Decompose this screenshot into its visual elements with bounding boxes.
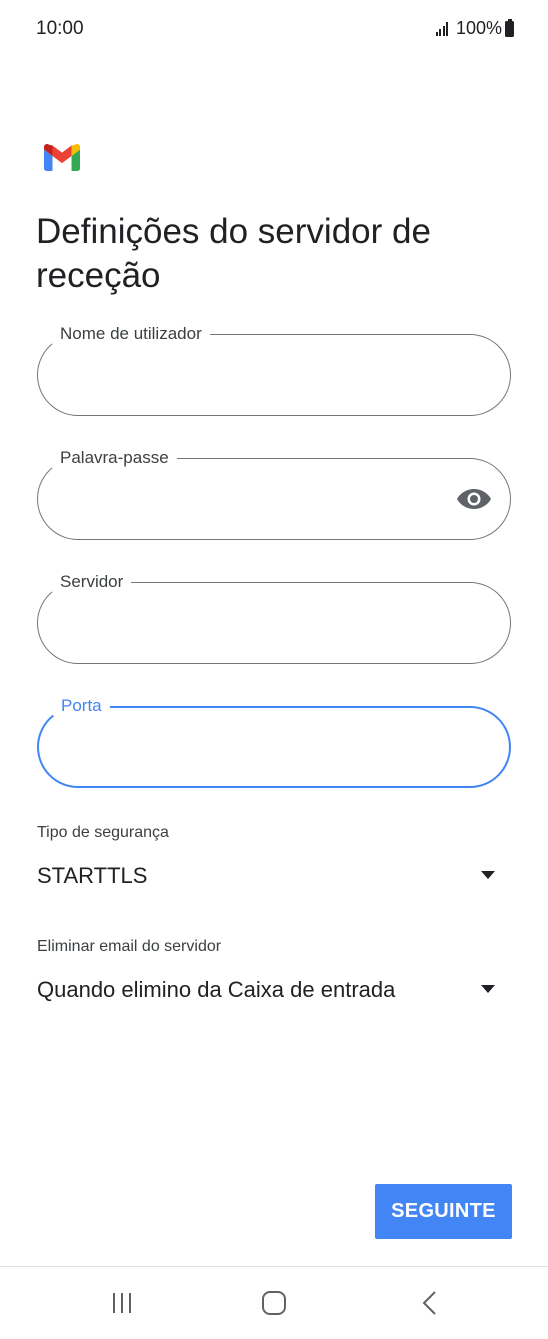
signal-bars-icon — [435, 21, 450, 36]
delete-email-label: Eliminar email do servidor — [37, 938, 222, 955]
home-icon[interactable] — [254, 1287, 294, 1319]
port-label: Porta — [53, 696, 110, 716]
eye-icon[interactable] — [456, 487, 492, 511]
server-label: Servidor — [52, 572, 132, 592]
page-title: Definições do servidor de receção — [36, 212, 431, 295]
security-type-label: Tipo de segurança — [37, 824, 169, 841]
server-input[interactable] — [62, 603, 446, 645]
username-input[interactable] — [62, 355, 446, 397]
gmail-logo-icon — [44, 144, 80, 171]
dropdown-arrow-icon — [481, 871, 495, 879]
navigation-bar — [0, 1266, 548, 1339]
username-label: Nome de utilizador — [52, 324, 210, 344]
delete-email-select[interactable]: Quando elimino da Caixa de entrada — [37, 975, 511, 1009]
password-input[interactable] — [62, 479, 446, 521]
password-label: Palavra-passe — [52, 448, 177, 468]
delete-email-group: Eliminar email do servidor Quando elimin… — [37, 937, 511, 1009]
security-type-select[interactable]: STARTTLS — [37, 861, 511, 895]
security-type-group: Tipo de segurança STARTTLS — [37, 823, 511, 895]
delete-email-value: Quando elimino da Caixa de entrada — [37, 977, 396, 1002]
status-indicators: 100% — [435, 18, 514, 39]
next-button[interactable]: SEGUINTE — [375, 1184, 512, 1239]
password-field[interactable]: Palavra-passe — [37, 448, 511, 540]
security-type-value: STARTTLS — [37, 863, 148, 888]
dropdown-arrow-icon — [481, 985, 495, 993]
battery-percentage: 100% — [455, 18, 502, 38]
battery-full-icon — [505, 18, 514, 37]
port-field[interactable]: Porta — [37, 696, 511, 788]
back-icon[interactable] — [410, 1287, 450, 1319]
server-field[interactable]: Servidor — [37, 572, 511, 664]
port-input[interactable] — [63, 728, 447, 770]
username-field[interactable]: Nome de utilizador — [37, 324, 511, 416]
recent-apps-icon[interactable] — [102, 1287, 142, 1319]
status-bar: 10:00 100% — [0, 0, 548, 60]
status-time: 10:00 — [36, 18, 84, 39]
